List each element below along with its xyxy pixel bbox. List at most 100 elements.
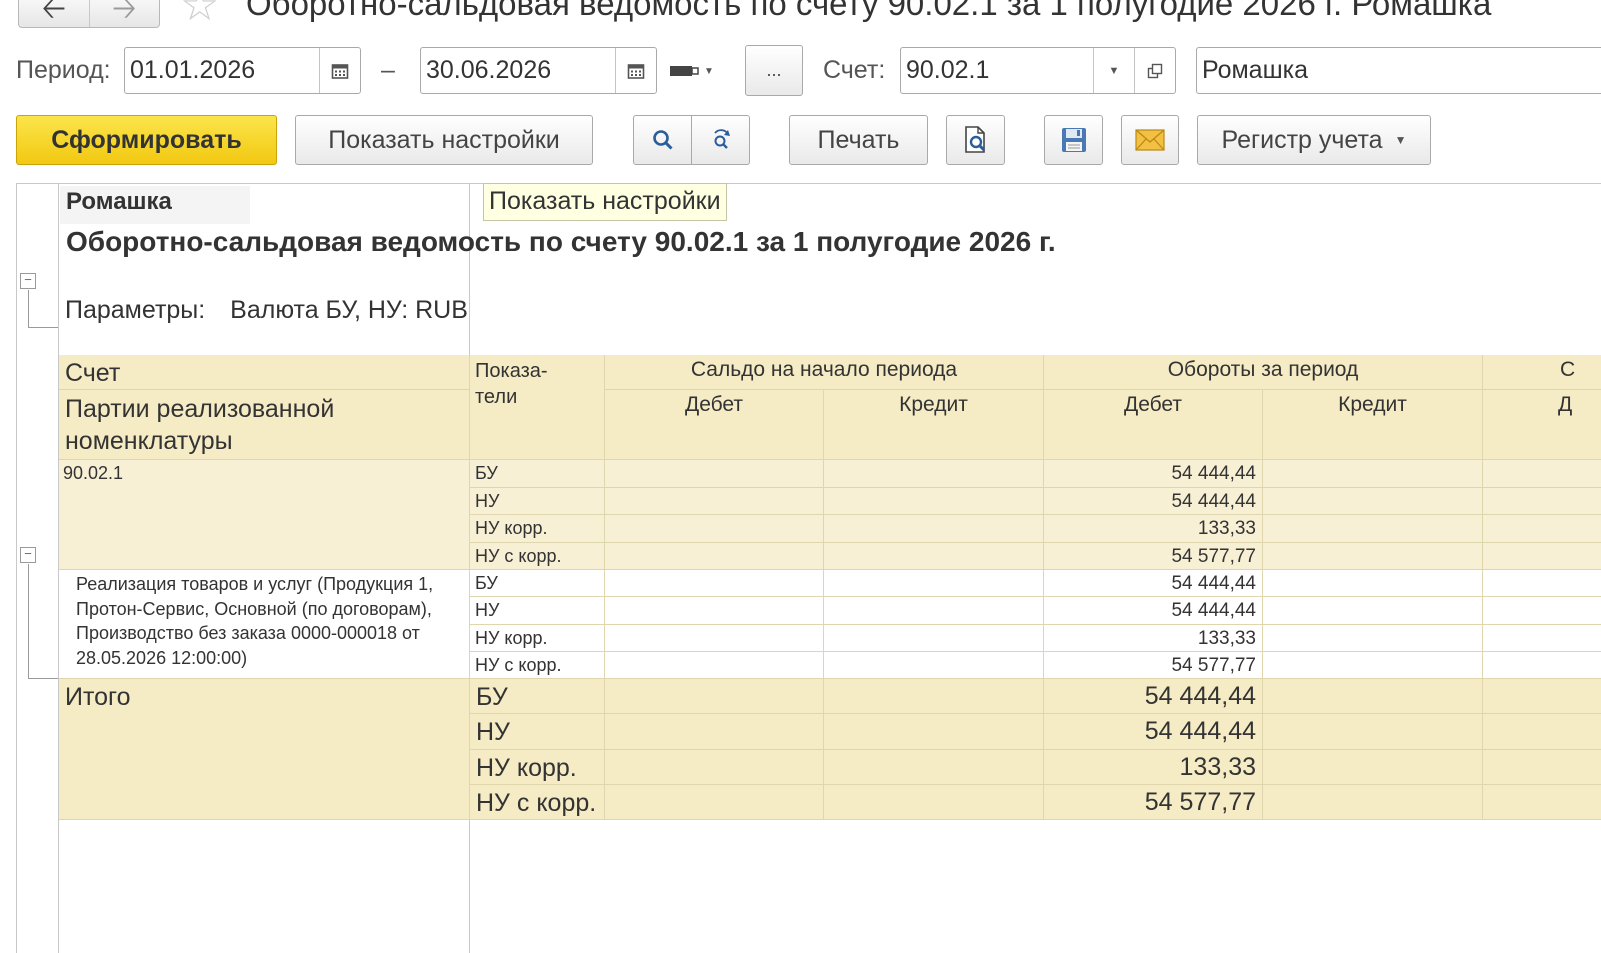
- total-indicator-cell: БУ: [470, 679, 605, 714]
- back-button[interactable]: 🡠: [19, 0, 89, 27]
- turnover-debit-cell: 54 577,77: [1044, 543, 1263, 570]
- navigation-buttons: 🡠 🡢: [18, 0, 160, 28]
- opening-credit-cell: [824, 625, 1044, 652]
- search-next-icon: [713, 129, 730, 149]
- header-opening-credit: Кредит: [824, 390, 1044, 460]
- total-opening-debit-cell: [605, 679, 824, 714]
- arrow-right-icon: 🡢: [112, 0, 137, 25]
- group-line: [28, 564, 29, 679]
- organization-value: Ромашка: [1202, 56, 1309, 84]
- closing-debit-cell: [1483, 543, 1601, 570]
- header-indicators: Показа- тели: [470, 355, 605, 460]
- print-preview-icon: [964, 126, 985, 153]
- total-opening-credit-cell: [824, 714, 1044, 750]
- opening-credit-cell: [824, 652, 1044, 679]
- show-settings-button[interactable]: Показать настройки: [295, 115, 593, 165]
- turnover-debit-cell: 54 444,44: [1044, 597, 1263, 625]
- params-label: Параметры:: [65, 296, 206, 324]
- account-label: Счет:: [823, 56, 886, 84]
- turnover-credit-cell: [1263, 488, 1483, 515]
- turnover-credit-cell: [1263, 543, 1483, 570]
- total-turnover-debit-cell: 133,33: [1044, 750, 1263, 785]
- period-slider-icon: [670, 66, 699, 76]
- chevron-down-icon: ▼: [1394, 133, 1407, 147]
- total-indicator-cell: НУ: [470, 714, 605, 750]
- total-turnover-credit-cell: [1263, 679, 1483, 714]
- header-turnover-debit: Дебет: [1044, 390, 1263, 460]
- turnover-debit-cell: 54 444,44: [1044, 570, 1263, 597]
- date-to-value: 30.06.2026: [426, 56, 552, 84]
- turnover-credit-cell: [1263, 652, 1483, 679]
- collapse-header-icon[interactable]: −: [20, 273, 36, 289]
- calendar-icon[interactable]: [319, 48, 360, 93]
- group-line: [28, 678, 58, 679]
- envelope-icon: [1135, 129, 1165, 151]
- total-indicator-cell: НУ с корр.: [470, 785, 605, 820]
- indicator-cell: НУ с корр.: [470, 543, 605, 570]
- collapse-group-icon[interactable]: −: [20, 547, 36, 563]
- window-title: Оборотно-сальдовая ведомость по счету 90…: [246, 0, 1492, 22]
- period-label: Период:: [16, 56, 111, 84]
- forward-button[interactable]: 🡢: [88, 0, 160, 27]
- total-turnover-debit-cell: 54 444,44: [1044, 679, 1263, 714]
- register-dropdown-button[interactable]: Регистр учета ▼: [1197, 115, 1431, 165]
- opening-credit-cell: [824, 570, 1044, 597]
- closing-debit-cell: [1483, 625, 1601, 652]
- chevron-down-icon[interactable]: ▼: [1093, 48, 1134, 93]
- star-icon[interactable]: ☆: [180, 0, 219, 28]
- generate-button[interactable]: Сформировать: [16, 115, 277, 165]
- opening-debit-cell: [605, 488, 824, 515]
- chevron-down-icon: ▼: [704, 65, 714, 77]
- total-turnover-debit-cell: 54 577,77: [1044, 785, 1263, 820]
- opening-credit-cell: [824, 515, 1044, 543]
- total-closing-debit-cell: [1483, 714, 1601, 750]
- opening-debit-cell: [605, 570, 824, 597]
- search-button[interactable]: [633, 115, 692, 165]
- opening-debit-cell: [605, 597, 824, 625]
- print-button[interactable]: Печать: [789, 115, 928, 165]
- total-opening-credit-cell: [824, 750, 1044, 785]
- save-button[interactable]: [1044, 115, 1103, 165]
- date-from-value: 01.01.2026: [130, 56, 256, 84]
- search-icon: [652, 130, 673, 150]
- turnover-credit-cell: [1263, 570, 1483, 597]
- turnover-debit-cell: 133,33: [1044, 515, 1263, 543]
- total-closing-debit-cell: [1483, 750, 1601, 785]
- report-title: Оборотно-сальдовая ведомость по счету 90…: [66, 226, 1056, 257]
- send-email-button[interactable]: [1121, 115, 1179, 165]
- search-next-button[interactable]: [692, 115, 750, 165]
- preview-button[interactable]: [946, 115, 1005, 165]
- calendar-icon[interactable]: [615, 48, 656, 93]
- period-type-dropdown[interactable]: ▼: [668, 60, 724, 82]
- indicator-cell: НУ: [470, 488, 605, 515]
- closing-debit-cell: [1483, 460, 1601, 488]
- opening-debit-cell: [605, 460, 824, 488]
- opening-debit-cell: [605, 625, 824, 652]
- total-label: Итого: [59, 679, 470, 820]
- params-value: Валюта БУ, НУ: RUB: [230, 296, 468, 324]
- total-indicator-cell: НУ корр.: [470, 750, 605, 785]
- indicator-cell: НУ: [470, 597, 605, 625]
- date-from-field[interactable]: 01.01.2026: [124, 47, 361, 94]
- header-turnover: Обороты за период: [1044, 355, 1483, 390]
- header-opening-debit: Дебет: [605, 390, 824, 460]
- group-label: 90.02.1: [59, 460, 470, 570]
- turnover-debit-cell: 54 444,44: [1044, 460, 1263, 488]
- register-label: Регистр учета: [1221, 125, 1383, 154]
- opening-credit-cell: [824, 460, 1044, 488]
- turnover-debit-cell: 54 444,44: [1044, 488, 1263, 515]
- date-to-field[interactable]: 30.06.2026: [420, 47, 657, 94]
- total-opening-credit-cell: [824, 785, 1044, 820]
- group-line: [28, 290, 29, 328]
- organization-field[interactable]: Ромашка: [1196, 47, 1601, 94]
- open-icon[interactable]: [1134, 48, 1175, 93]
- period-select-button[interactable]: ...: [745, 45, 803, 96]
- report-parameters: Параметры: Валюта БУ, НУ: RUB: [65, 296, 468, 325]
- opening-credit-cell: [824, 543, 1044, 570]
- turnover-debit-cell: 54 577,77: [1044, 652, 1263, 679]
- total-opening-debit-cell: [605, 714, 824, 750]
- total-opening-debit-cell: [605, 750, 824, 785]
- document-label[interactable]: Реализация товаров и услуг (Продукция 1,…: [59, 570, 470, 679]
- opening-debit-cell: [605, 515, 824, 543]
- account-field[interactable]: 90.02.1 ▼: [900, 47, 1176, 94]
